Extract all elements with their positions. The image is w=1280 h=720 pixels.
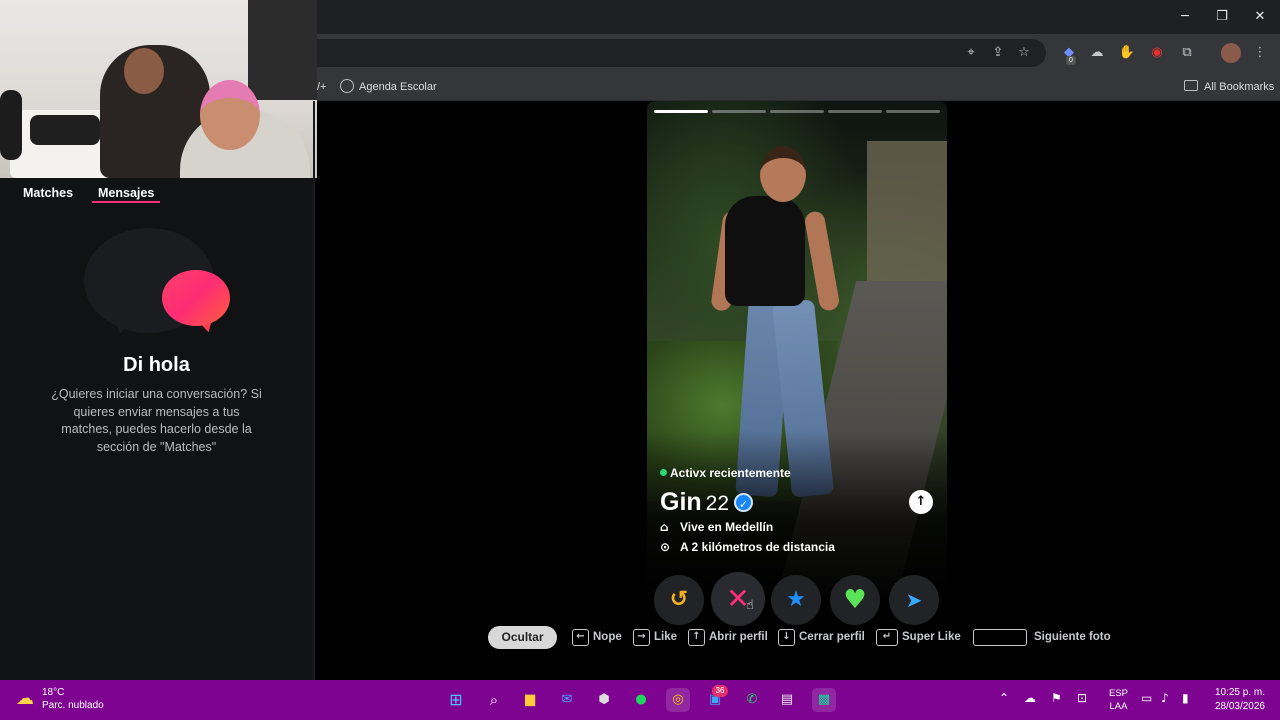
shortcut-super-like: ↵ Super Like: [876, 629, 961, 646]
bookmark-prefix: /+: [317, 81, 327, 93]
chrome-icon[interactable]: ◎: [666, 688, 690, 712]
bookmark-agenda-escolar[interactable]: Agenda Escolar: [340, 77, 437, 97]
profile-age: 22: [705, 492, 730, 515]
photo-progress: [654, 110, 940, 113]
clock-date[interactable]: 28/03/2026: [1205, 701, 1265, 712]
maximize-button[interactable]: ❐: [1209, 6, 1235, 28]
cloud-extension-icon[interactable]: ☁: [1087, 43, 1107, 63]
shortcut-open-profile: ↑ Abrir perfil: [688, 629, 768, 646]
shortcut-next-photo: Siguiente foto: [973, 629, 1111, 646]
extensions-puzzle-icon[interactable]: ⧉: [1177, 43, 1197, 63]
globe-icon: [340, 79, 354, 93]
nope-button[interactable]: ✕: [711, 572, 765, 626]
show-hidden-icons[interactable]: ⌃: [999, 691, 1009, 705]
boost-button[interactable]: ➤: [889, 575, 939, 625]
verified-badge-icon: ✓: [734, 493, 754, 512]
tray-device-icon[interactable]: ⊡: [1077, 691, 1087, 705]
onedrive-icon[interactable]: ☁: [1024, 691, 1036, 705]
weather-icon[interactable]: ☁: [16, 688, 38, 710]
mouse-cursor-icon: ☝: [746, 598, 754, 613]
language-indicator[interactable]: ESP LAA: [1109, 687, 1128, 713]
active-tab-underline: [92, 201, 160, 203]
shortcut-close-profile: ↓ Cerrar perfil: [778, 629, 865, 646]
address-bar[interactable]: ⌖ ⇪ ☆: [300, 39, 1046, 67]
open-profile-button[interactable]: ↑: [909, 490, 933, 514]
enter-key-icon: ↵: [876, 629, 898, 646]
home-icon: ⌂: [660, 520, 669, 534]
minimize-button[interactable]: ─: [1172, 6, 1198, 28]
photo-progress-segment: [828, 110, 882, 113]
empty-state-title: Di hola: [123, 354, 190, 376]
profile-avatar[interactable]: [1221, 43, 1241, 63]
shortcut-nope: ← Nope: [572, 629, 622, 646]
like-button[interactable]: ♥: [830, 575, 880, 625]
clock-time[interactable]: 10:25 p. m.: [1205, 687, 1265, 698]
photo-progress-segment: [770, 110, 824, 113]
windows-taskbar: ☁ 18°C Parc. nublado ⊞ ⌕ ▆ ✉ ⬢ ● ◎ ▣ ✆ ▤…: [0, 680, 1280, 720]
install-app-icon[interactable]: ⇪: [988, 43, 1008, 63]
shortcut-like: → Like: [633, 629, 677, 646]
photo-progress-segment: [654, 110, 708, 113]
battery-icon[interactable]: ▮: [1182, 691, 1189, 705]
tab-mensajes[interactable]: Mensajes: [98, 186, 154, 200]
location-pin-icon: ⊙: [660, 540, 671, 554]
more-menu-icon[interactable]: ⋮: [1250, 43, 1270, 63]
profile-name: Gin: [660, 488, 702, 516]
all-bookmarks[interactable]: All Bookmarks: [1184, 77, 1274, 97]
bookmark-star-icon[interactable]: ☆: [1014, 43, 1034, 63]
arrow-left-key-icon: ←: [572, 629, 589, 646]
location-icon[interactable]: ⌖: [961, 43, 981, 63]
activity-status: Activx recientemente: [660, 466, 791, 480]
photo-progress-segment: [886, 110, 940, 113]
weather-temperature[interactable]: 18°C: [42, 687, 64, 698]
spotify-icon[interactable]: ●: [629, 688, 653, 712]
volume-icon[interactable]: ♪: [1161, 691, 1169, 705]
start-icon[interactable]: ⊞: [444, 688, 468, 712]
profile-distance: ⊙ A 2 kilómetros de distancia: [660, 540, 835, 554]
messages-sidebar: Matches Mensajes Di hola ¿Quieres inicia…: [0, 178, 313, 680]
weather-description[interactable]: Parc. nublado: [42, 700, 104, 711]
hide-shortcuts-button[interactable]: Ocultar: [488, 626, 557, 649]
tray-app-icon[interactable]: ⚑: [1051, 691, 1062, 705]
mail-icon[interactable]: ✉: [555, 688, 579, 712]
profile-name-row: Gin 22 ✓: [660, 488, 754, 517]
profile-card[interactable]: Activx recientemente Gin 22 ✓ ↑ ⌂ Vive en M…: [647, 101, 947, 595]
arrow-right-key-icon: →: [633, 629, 650, 646]
whatsapp-icon[interactable]: ✆: [740, 688, 764, 712]
photo-progress-segment: [712, 110, 766, 113]
notification-badge: 36: [712, 685, 728, 697]
folder-icon: [1184, 80, 1198, 91]
space-key-icon: [973, 629, 1027, 646]
arrow-down-key-icon: ↓: [778, 629, 795, 646]
extension-badge: 0: [1066, 56, 1076, 65]
record-extension-icon[interactable]: ◉: [1147, 43, 1167, 63]
app-cube-icon[interactable]: ⬢: [592, 688, 616, 712]
search-icon[interactable]: ⌕: [482, 688, 506, 712]
close-button[interactable]: ✕: [1247, 6, 1273, 28]
superlike-button[interactable]: ★: [771, 575, 821, 625]
rewind-button[interactable]: ↺: [654, 575, 704, 625]
online-dot: [660, 469, 667, 476]
network-icon[interactable]: ▭: [1141, 691, 1152, 705]
empty-state-text: ¿Quieres iniciar una conversación? Si qu…: [51, 387, 262, 454]
profile-location: ⌂ Vive en Medellín: [660, 520, 774, 534]
chat-bubble-pink-icon: [162, 270, 230, 326]
stop-extension-icon[interactable]: ✋: [1117, 43, 1137, 63]
arrow-up-key-icon: ↑: [688, 629, 705, 646]
app-green-icon[interactable]: ▩: [812, 688, 836, 712]
tab-matches[interactable]: Matches: [23, 186, 73, 200]
notepad-icon[interactable]: ▤: [775, 688, 799, 712]
file-explorer-icon[interactable]: ▆: [518, 688, 542, 712]
webcam-overlay: [0, 0, 317, 178]
